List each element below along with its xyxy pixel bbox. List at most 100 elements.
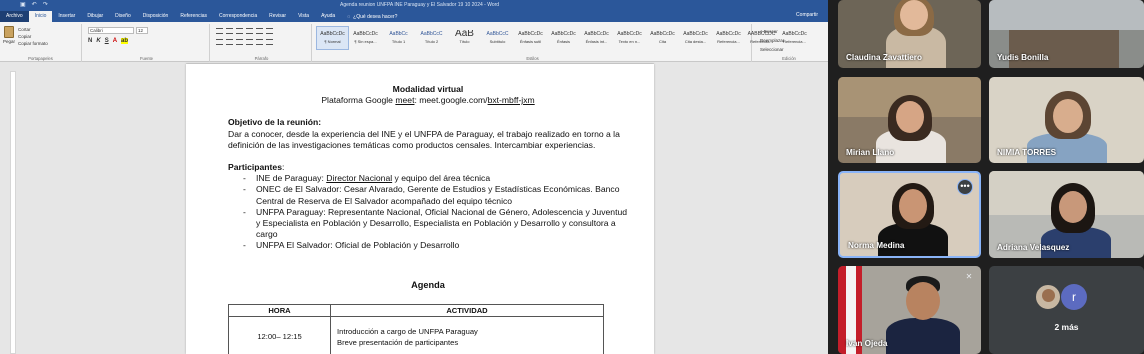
tab-archivo[interactable]: Archivo <box>0 11 29 22</box>
document-title: Agenda reunion UNFPA INE Paraguay y El S… <box>340 2 500 8</box>
tab-revisar[interactable]: Revisar <box>263 11 292 22</box>
style-preview: AaBbCcDc <box>320 31 345 37</box>
participant-tile[interactable]: Mirian Llano <box>838 77 981 163</box>
tab-referencias[interactable]: Referencias <box>174 11 213 22</box>
copy-button[interactable]: Copiar <box>18 33 48 40</box>
font-size-select[interactable]: 12 <box>136 27 148 34</box>
align-left-icon[interactable] <box>216 39 223 45</box>
word-title-bar: ▣ ↶ ↷ Agenda reunion UNFPA INE Paraguay … <box>0 0 828 10</box>
style-item[interactable]: AaBbCcC Subtítulo <box>481 26 514 50</box>
bullets-icon[interactable] <box>216 28 223 34</box>
style-name: Texto en n... <box>618 39 641 44</box>
format-painter-button[interactable]: Copiar formato <box>18 40 48 47</box>
style-name: Referencia... <box>717 39 740 44</box>
style-item[interactable]: AaBbCcDc Referencia... <box>712 26 745 50</box>
tell-me-box[interactable]: ◌ ¿Qué desea hacer? <box>347 11 397 22</box>
redo-icon[interactable]: ↷ <box>43 0 48 10</box>
meet-link[interactable]: bxt-mbff-jxm <box>488 95 535 105</box>
replace-button[interactable]: Reemplazar <box>760 36 784 45</box>
tab-inicio[interactable]: Inicio <box>28 11 53 22</box>
style-name: Énfasis sutil <box>519 39 542 44</box>
style-preview: AaBbCc <box>389 31 408 37</box>
share-button[interactable]: Compartir <box>796 10 818 21</box>
paste-button[interactable]: Pegar <box>2 26 16 46</box>
font-color-icon[interactable]: A <box>113 38 117 44</box>
participant-link: Director Nacional <box>326 173 393 184</box>
tab-vista[interactable]: Vista <box>292 11 315 22</box>
bold-icon[interactable]: N <box>88 38 92 44</box>
paste-label: Pegar <box>2 39 15 44</box>
group-editing: ⌕ Buscar Reemplazar Seleccionar Edición <box>754 24 824 62</box>
participants-list: INE de Paraguay: Director Nacional y equ… <box>228 173 628 252</box>
tab-correspondencia[interactable]: Correspondencia <box>213 11 263 22</box>
list-item: INE de Paraguay: Director Nacional y equ… <box>228 173 628 184</box>
participant-tile[interactable]: ✕ Ivan Ojeda <box>838 266 981 354</box>
save-icon[interactable]: ▣ <box>20 0 26 10</box>
more-participants-tile[interactable]: r 2 más <box>989 266 1144 354</box>
decrease-indent-icon[interactable] <box>246 28 253 34</box>
shading-icon[interactable] <box>266 39 273 45</box>
tab-dibujar[interactable]: Dibujar <box>81 11 109 22</box>
style-preview: AaBbCcDc <box>716 31 741 37</box>
participant-tile[interactable]: Claudina Zavattiero <box>838 0 981 68</box>
clipboard-actions: Cortar Copiar Copiar formato <box>18 26 48 47</box>
tab-disposicion[interactable]: Disposición <box>137 11 175 22</box>
style-item[interactable]: AaBbCcDc Cita desta... <box>679 26 712 50</box>
participantes-colon: : <box>281 162 285 173</box>
style-preview: AaBbCcDc <box>683 31 708 37</box>
participant-tile[interactable]: NIMIA TORRES <box>989 77 1144 163</box>
justify-icon[interactable] <box>246 39 253 45</box>
modalidad-heading: Modalidad virtual <box>392 84 464 94</box>
numbering-icon[interactable] <box>226 28 233 34</box>
plataforma-prefix: Plataforma Google <box>321 95 396 106</box>
document-page[interactable]: Modalidad virtual Plataforma Google meet… <box>186 64 654 354</box>
italic-icon[interactable]: K <box>96 38 100 44</box>
style-item[interactable]: AaBbCc Título 1 <box>382 26 415 50</box>
align-right-icon[interactable] <box>236 39 243 45</box>
participant-name: Norma Medina <box>848 241 905 250</box>
participant-name: Ivan Ojeda <box>846 339 888 348</box>
tell-me-text: ¿Qué desea hacer? <box>353 13 398 20</box>
style-item[interactable]: AaB Título <box>448 26 481 50</box>
group-styles: AaBbCcDc ¶ Normal AaBbCcDc ¶ Sin espa... AaB… <box>314 24 807 62</box>
agenda-table: HORA ACTIVIDAD 12:00– 12:15 Introducción… <box>228 303 604 354</box>
style-item[interactable]: AaBbCcDc ¶ Normal <box>316 26 349 50</box>
align-center-icon[interactable] <box>226 39 233 45</box>
participant-tile[interactable]: Adriana Velasquez <box>989 171 1144 258</box>
select-button[interactable]: Seleccionar <box>760 45 784 54</box>
vertical-ruler[interactable] <box>10 71 16 354</box>
styles-gallery: AaBbCcDc ¶ Normal AaBbCcDc ¶ Sin espa... AaB… <box>316 26 811 50</box>
tab-diseno[interactable]: Diseño <box>109 11 137 22</box>
cut-button[interactable]: Cortar <box>18 26 48 33</box>
cell-hora: 12:00– 12:15 <box>228 316 331 354</box>
participant-tile[interactable]: Yudis Bonilla <box>989 0 1144 68</box>
group-label-font: Fuente <box>139 56 154 61</box>
highlight-icon[interactable]: ab <box>121 38 129 44</box>
plataforma-line: Plataforma Google meet: meet.google.com/… <box>228 95 628 106</box>
word-window: ▣ ↶ ↷ Agenda reunion UNFPA INE Paraguay … <box>0 0 828 354</box>
increase-indent-icon[interactable] <box>256 28 263 34</box>
style-preview: AaBbCcDc <box>353 31 378 37</box>
sort-icon[interactable] <box>266 28 273 34</box>
underline-icon[interactable]: S <box>105 38 109 44</box>
multilevel-icon[interactable] <box>236 28 243 34</box>
style-item[interactable]: AaBbCcDc ¶ Sin espa... <box>349 26 382 50</box>
tab-insertar[interactable]: Insertar <box>52 11 81 22</box>
font-name-select[interactable]: Calibri <box>88 27 134 34</box>
group-paragraph: Párrafo <box>212 24 312 62</box>
tab-ayuda[interactable]: Ayuda <box>315 11 341 22</box>
style-item[interactable]: AaBbCcDc Cita <box>646 26 679 50</box>
document-body: Modalidad virtual Plataforma Google meet… <box>228 64 628 354</box>
style-item[interactable]: AaBbCcC Título 2 <box>415 26 448 50</box>
style-item[interactable]: AaBbCcDc Énfasis <box>547 26 580 50</box>
style-item[interactable]: AaBbCcDc Texto en n... <box>613 26 646 50</box>
style-item[interactable]: AaBbCcDc Énfasis int... <box>580 26 613 50</box>
line-spacing-icon[interactable] <box>256 39 263 45</box>
participant-name: Adriana Velasquez <box>997 243 1070 252</box>
style-item[interactable]: AaBbCcDc Énfasis sutil <box>514 26 547 50</box>
participant-tile-speaking[interactable]: ••• Norma Medina <box>838 171 981 258</box>
undo-icon[interactable]: ↶ <box>32 0 37 10</box>
more-options-icon[interactable]: ••• <box>957 179 973 195</box>
participant-name: Claudina Zavattiero <box>846 53 922 62</box>
find-button[interactable]: ⌕ Buscar <box>760 27 784 36</box>
